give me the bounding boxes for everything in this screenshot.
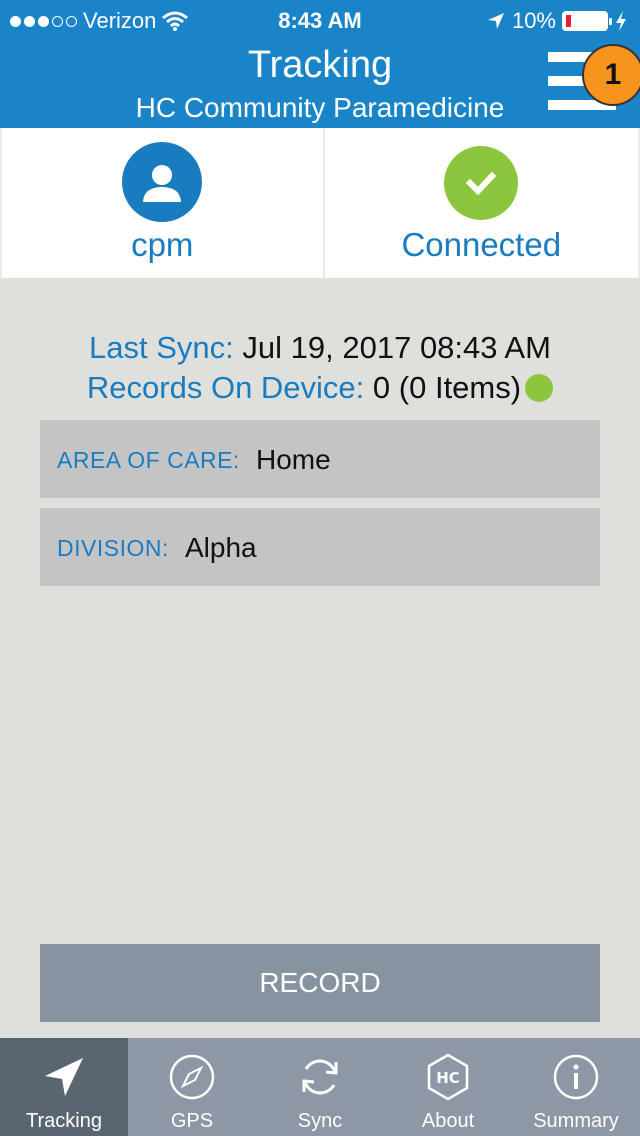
app-header: Verizon 8:43 AM 10% Tracking HC Communit… xyxy=(0,0,640,128)
connection-panel[interactable]: Connected xyxy=(324,128,638,278)
info-icon xyxy=(553,1054,599,1100)
battery-percent: 10% xyxy=(511,8,556,33)
division-label: DIVISION: xyxy=(57,535,169,561)
location-arrow-icon xyxy=(487,13,504,29)
division-field[interactable]: DIVISION: Alpha xyxy=(40,508,600,586)
svg-text:HC: HC xyxy=(436,1069,460,1087)
area-of-care-label: AREA OF CARE: xyxy=(57,447,240,473)
records-status-dot xyxy=(525,374,554,402)
user-panel[interactable]: cpm xyxy=(2,128,323,278)
last-sync-value: Jul 19, 2017 08:43 AM xyxy=(242,330,551,365)
tab-label: Tracking xyxy=(26,1110,102,1132)
tab-label: About xyxy=(421,1110,475,1132)
tab-tracking[interactable]: Tracking xyxy=(0,1038,128,1136)
sync-info: Last Sync: Jul 19, 2017 08:43 AM Records… xyxy=(0,328,640,408)
records-value: 0 (0 Items) xyxy=(372,370,522,405)
check-icon xyxy=(444,146,519,220)
tab-summary[interactable]: Summary xyxy=(512,1038,640,1136)
battery-icon xyxy=(562,11,612,31)
notification-badge: 1 xyxy=(582,44,640,106)
area-of-care-value: Home xyxy=(256,444,331,475)
user-icon xyxy=(122,142,203,222)
hc-logo-icon: HC xyxy=(427,1053,469,1101)
compass-icon xyxy=(169,1054,215,1100)
navigation-arrow-icon xyxy=(45,1058,83,1096)
division-value: Alpha xyxy=(185,532,257,563)
page-subtitle: HC Community Paramedicine xyxy=(135,92,505,123)
last-sync-label: Last Sync: xyxy=(89,330,234,365)
records-label: Records On Device: xyxy=(86,370,365,405)
charging-bolt-icon xyxy=(616,11,626,31)
sync-icon xyxy=(302,1059,338,1095)
connection-status-label: Connected xyxy=(401,226,562,263)
status-panels: cpm Connected xyxy=(0,128,640,278)
status-bar: Verizon 8:43 AM 10% xyxy=(0,0,640,40)
tab-label: Sync xyxy=(297,1110,343,1132)
tab-label: Summary xyxy=(533,1110,619,1132)
tab-sync[interactable]: Sync xyxy=(256,1038,384,1136)
username-label: cpm xyxy=(131,226,194,263)
record-button[interactable]: RECORD xyxy=(40,944,600,1022)
tab-about[interactable]: HC About xyxy=(384,1038,512,1136)
hamburger-menu-button[interactable]: 1 xyxy=(548,44,640,112)
tab-bar: Tracking GPS Sync HC About Summary xyxy=(0,1038,640,1136)
tab-label: GPS xyxy=(170,1110,214,1132)
page-title: Tracking xyxy=(247,44,393,86)
tab-gps[interactable]: GPS xyxy=(128,1038,256,1136)
area-of-care-field[interactable]: AREA OF CARE: Home xyxy=(40,420,600,498)
